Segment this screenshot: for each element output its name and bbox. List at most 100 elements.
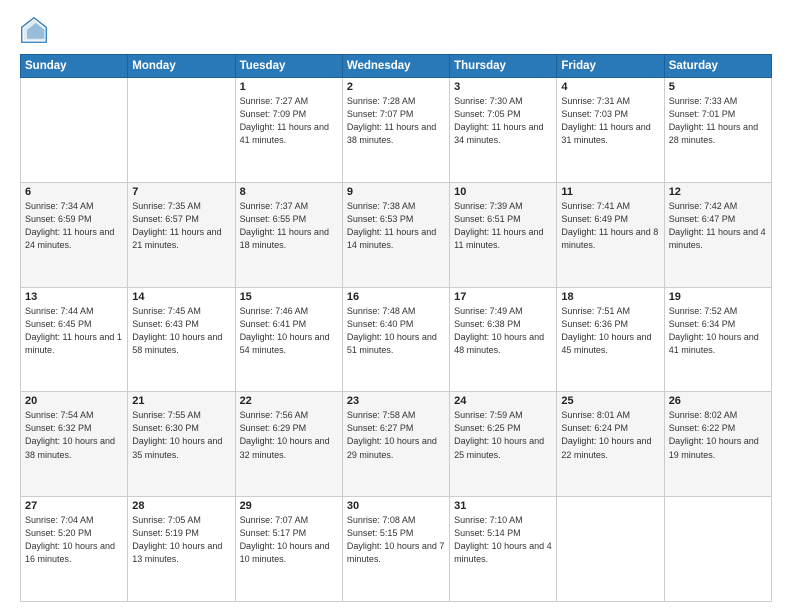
day-number: 7 — [132, 186, 230, 198]
calendar-cell: 31Sunrise: 7:10 AMSunset: 5:14 PMDayligh… — [450, 497, 557, 602]
day-info: Sunrise: 7:38 AMSunset: 6:53 PMDaylight:… — [347, 200, 445, 252]
day-number: 3 — [454, 81, 552, 93]
calendar-cell: 2 Sunrise: 7:28 AMSunset: 7:07 PMDaylight… — [342, 78, 449, 183]
calendar-cell: 26 Sunrise: 8:02 AMSunset: 6:22 PMDayligh… — [664, 392, 771, 497]
day-info: Sunrise: 7:52 AMSunset: 6:34 PMDaylight:… — [669, 305, 767, 357]
day-info: Sunrise: 7:31 AMSunset: 7:03 PMDaylight:… — [561, 95, 659, 147]
day-info: Sunrise: 7:48 AMSunset: 6:40 PMDaylight:… — [347, 305, 445, 357]
calendar-cell: 27Sunrise: 7:04 AMSunset: 5:20 PMDayligh… — [21, 497, 128, 602]
day-number: 15 — [240, 291, 338, 303]
day-info: Sunrise: 8:02 AMSunset: 6:22 PMDaylight:… — [669, 409, 767, 461]
day-number: 29 — [240, 500, 338, 512]
day-info: Sunrise: 7:49 AMSunset: 6:38 PMDaylight:… — [454, 305, 552, 357]
calendar-cell: 5Sunrise: 7:33 AMSunset: 7:01 PMDaylight… — [664, 78, 771, 183]
day-number: 16 — [347, 291, 445, 303]
col-header-friday: Friday — [557, 55, 664, 78]
logo-icon — [20, 16, 48, 44]
calendar-cell: 1 Sunrise: 7:27 AMSunset: 7:09 PMDaylight… — [235, 78, 342, 183]
calendar-cell: 18 Sunrise: 7:51 AMSunset: 6:36 PMDayligh… — [557, 287, 664, 392]
calendar-cell: 3 Sunrise: 7:30 AMSunset: 7:05 PMDaylight… — [450, 78, 557, 183]
calendar-week-3: 13 Sunrise: 7:44 AMSunset: 6:45 PMDayligh… — [21, 287, 772, 392]
day-number: 4 — [561, 81, 659, 93]
calendar-cell: 15 Sunrise: 7:46 AMSunset: 6:41 PMDayligh… — [235, 287, 342, 392]
day-info: Sunrise: 7:34 AMSunset: 6:59 PMDaylight:… — [25, 200, 123, 252]
calendar-cell: 13 Sunrise: 7:44 AMSunset: 6:45 PMDayligh… — [21, 287, 128, 392]
calendar-cell: 20 Sunrise: 7:54 AMSunset: 6:32 PMDayligh… — [21, 392, 128, 497]
day-number: 21 — [132, 395, 230, 407]
day-number: 11 — [561, 186, 659, 198]
calendar-cell: 24 Sunrise: 7:59 AMSunset: 6:25 PMDayligh… — [450, 392, 557, 497]
day-info: Sunrise: 7:35 AMSunset: 6:57 PMDaylight:… — [132, 200, 230, 252]
day-number: 20 — [25, 395, 123, 407]
calendar-cell: 7 Sunrise: 7:35 AMSunset: 6:57 PMDaylight… — [128, 182, 235, 287]
day-info: Sunrise: 7:08 AMSunset: 5:15 PMDaylight:… — [347, 514, 445, 566]
col-header-tuesday: Tuesday — [235, 55, 342, 78]
day-number: 2 — [347, 81, 445, 93]
calendar-cell: 6 Sunrise: 7:34 AMSunset: 6:59 PMDaylight… — [21, 182, 128, 287]
calendar-cell: 9 Sunrise: 7:38 AMSunset: 6:53 PMDaylight… — [342, 182, 449, 287]
col-header-monday: Monday — [128, 55, 235, 78]
calendar-cell: 23 Sunrise: 7:58 AMSunset: 6:27 PMDayligh… — [342, 392, 449, 497]
calendar-week-5: 27Sunrise: 7:04 AMSunset: 5:20 PMDayligh… — [21, 497, 772, 602]
day-number: 28 — [132, 500, 230, 512]
day-number: 17 — [454, 291, 552, 303]
calendar-cell: 29 Sunrise: 7:07 AMSunset: 5:17 PMDayligh… — [235, 497, 342, 602]
day-number: 6 — [25, 186, 123, 198]
day-info: Sunrise: 7:30 AMSunset: 7:05 PMDaylight:… — [454, 95, 552, 147]
calendar-cell: 10 Sunrise: 7:39 AMSunset: 6:51 PMDayligh… — [450, 182, 557, 287]
day-number: 19 — [669, 291, 767, 303]
col-header-thursday: Thursday — [450, 55, 557, 78]
day-info: Sunrise: 7:51 AMSunset: 6:36 PMDaylight:… — [561, 305, 659, 357]
day-number: 25 — [561, 395, 659, 407]
day-number: 1 — [240, 81, 338, 93]
day-info: Sunrise: 7:27 AMSunset: 7:09 PMDaylight:… — [240, 95, 338, 147]
page: SundayMondayTuesdayWednesdayThursdayFrid… — [0, 0, 792, 612]
day-info: Sunrise: 7:42 AMSunset: 6:47 PMDaylight:… — [669, 200, 767, 252]
day-number: 24 — [454, 395, 552, 407]
header — [20, 16, 772, 44]
calendar-cell: 21 Sunrise: 7:55 AMSunset: 6:30 PMDayligh… — [128, 392, 235, 497]
day-info: Sunrise: 7:54 AMSunset: 6:32 PMDaylight:… — [25, 409, 123, 461]
day-info: Sunrise: 7:44 AMSunset: 6:45 PMDaylight:… — [25, 305, 123, 357]
day-info: Sunrise: 7:58 AMSunset: 6:27 PMDaylight:… — [347, 409, 445, 461]
day-info: Sunrise: 7:07 AMSunset: 5:17 PMDaylight:… — [240, 514, 338, 566]
calendar-cell — [21, 78, 128, 183]
day-number: 10 — [454, 186, 552, 198]
day-number: 14 — [132, 291, 230, 303]
logo — [20, 16, 52, 44]
day-info: Sunrise: 7:59 AMSunset: 6:25 PMDaylight:… — [454, 409, 552, 461]
calendar-cell: 28Sunrise: 7:05 AMSunset: 5:19 PMDayligh… — [128, 497, 235, 602]
calendar-cell: 8Sunrise: 7:37 AMSunset: 6:55 PMDaylight… — [235, 182, 342, 287]
day-info: Sunrise: 7:28 AMSunset: 7:07 PMDaylight:… — [347, 95, 445, 147]
day-number: 30 — [347, 500, 445, 512]
day-number: 5 — [669, 81, 767, 93]
day-number: 26 — [669, 395, 767, 407]
calendar-week-2: 6 Sunrise: 7:34 AMSunset: 6:59 PMDaylight… — [21, 182, 772, 287]
calendar-cell: 12 Sunrise: 7:42 AMSunset: 6:47 PMDayligh… — [664, 182, 771, 287]
calendar-cell: 11 Sunrise: 7:41 AMSunset: 6:49 PMDayligh… — [557, 182, 664, 287]
day-number: 9 — [347, 186, 445, 198]
col-header-saturday: Saturday — [664, 55, 771, 78]
day-number: 18 — [561, 291, 659, 303]
calendar-cell: 19 Sunrise: 7:52 AMSunset: 6:34 PMDayligh… — [664, 287, 771, 392]
calendar-table: SundayMondayTuesdayWednesdayThursdayFrid… — [20, 54, 772, 602]
day-info: Sunrise: 7:41 AMSunset: 6:49 PMDaylight:… — [561, 200, 659, 252]
day-number: 13 — [25, 291, 123, 303]
day-info: Sunrise: 7:46 AMSunset: 6:41 PMDaylight:… — [240, 305, 338, 357]
calendar-cell: 16 Sunrise: 7:48 AMSunset: 6:40 PMDayligh… — [342, 287, 449, 392]
calendar-header-row: SundayMondayTuesdayWednesdayThursdayFrid… — [21, 55, 772, 78]
calendar-cell — [557, 497, 664, 602]
day-info: Sunrise: 7:04 AMSunset: 5:20 PMDaylight:… — [25, 514, 123, 566]
day-info: Sunrise: 7:45 AMSunset: 6:43 PMDaylight:… — [132, 305, 230, 357]
day-number: 12 — [669, 186, 767, 198]
day-number: 31 — [454, 500, 552, 512]
calendar-cell: 30 Sunrise: 7:08 AMSunset: 5:15 PMDayligh… — [342, 497, 449, 602]
day-number: 23 — [347, 395, 445, 407]
calendar-cell — [664, 497, 771, 602]
day-info: Sunrise: 7:39 AMSunset: 6:51 PMDaylight:… — [454, 200, 552, 252]
calendar-cell — [128, 78, 235, 183]
col-header-wednesday: Wednesday — [342, 55, 449, 78]
calendar-cell: 14 Sunrise: 7:45 AMSunset: 6:43 PMDayligh… — [128, 287, 235, 392]
calendar-week-1: 1 Sunrise: 7:27 AMSunset: 7:09 PMDaylight… — [21, 78, 772, 183]
day-info: Sunrise: 7:55 AMSunset: 6:30 PMDaylight:… — [132, 409, 230, 461]
